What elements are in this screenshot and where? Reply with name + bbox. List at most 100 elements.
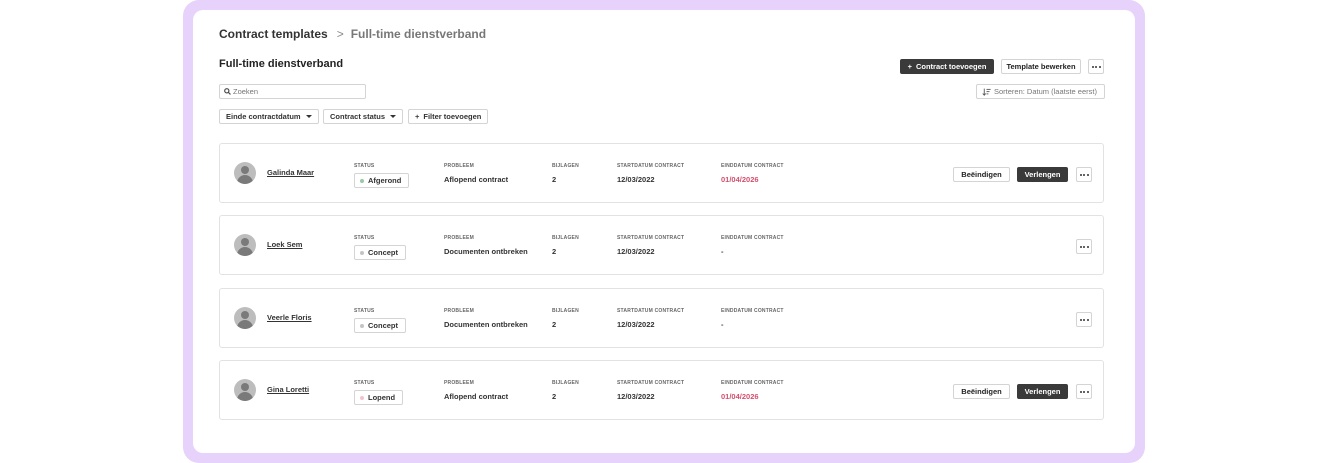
more-horizontal-icon [1079,318,1089,321]
start-date-value: 12/03/2022 [617,320,655,329]
status-text: Lopend [368,393,396,402]
start-date-value: 12/03/2022 [617,392,655,401]
caret-down-icon [305,115,312,118]
end-date-column-label: EINDDATUM CONTRACT [721,235,784,241]
more-horizontal-icon [1079,390,1089,393]
chevron-right-icon: > [336,27,344,41]
attachments-value: 2 [552,247,557,256]
status-text: Concept [368,321,398,330]
status-badge: Concept [354,318,406,333]
status-column-label: STATUS [354,308,375,314]
more-horizontal-icon [1091,65,1101,68]
end-date-value: - [721,247,724,256]
filter-end-date[interactable]: Einde contractdatum [219,109,319,124]
sort-icon [982,88,991,96]
end-date-column-label: EINDDATUM CONTRACT [721,380,784,386]
row-more-button[interactable] [1076,167,1092,182]
filter-contract-status[interactable]: Contract status [323,109,404,124]
start-date-column-label: STARTDATUM CONTRACT [617,380,685,386]
search-input[interactable] [233,87,353,96]
plus-icon: + [415,112,420,121]
status-dot [360,395,364,400]
problem-column-label: PROBLEEM [444,380,474,386]
status-text: Concept [368,248,398,257]
row-more-button[interactable] [1076,239,1092,254]
employee-name[interactable]: Veerle Floris [267,313,312,322]
terminate-button[interactable]: Beëindigen [953,384,1010,399]
attachments-value: 2 [552,392,557,401]
end-date-column-label: EINDDATUM CONTRACT [721,308,784,314]
problem-value: Aflopend contract [444,175,509,184]
more-options-button[interactable] [1088,59,1104,74]
add-contract-label: Contract toevoegen [915,62,987,71]
avatar [234,234,256,256]
page-title: Full-time dienstverband [219,58,344,70]
problem-value: Documenten ontbreken [444,320,528,329]
attachments-column-label: BIJLAGEN [552,235,579,241]
status-dot [360,178,364,183]
start-date-column-label: STARTDATUM CONTRACT [617,235,685,241]
renew-button[interactable]: Verlengen [1017,167,1068,182]
row-more-button[interactable] [1076,312,1092,327]
search-box[interactable] [219,84,366,99]
add-filter-label: Filter toevoegen [423,112,482,121]
status-dot [360,250,364,255]
end-date-value: 01/04/2026 [721,392,759,401]
employee-name[interactable]: Galinda Maar [267,168,314,177]
end-date-value: 01/04/2026 [721,175,759,184]
edit-template-button[interactable]: Template bewerken [1001,59,1081,74]
contract-row: Veerle Floris STATUS Concept PROBLEEM Do… [219,288,1104,348]
terminate-label: Beëindigen [961,387,1002,396]
attachments-column-label: BIJLAGEN [552,308,579,314]
filter-end-date-label: Einde contractdatum [226,112,301,121]
problem-column-label: PROBLEEM [444,163,474,169]
renew-button[interactable]: Verlengen [1017,384,1068,399]
attachments-value: 2 [552,320,557,329]
employee-name[interactable]: Gina Loretti [267,385,309,394]
breadcrumb-root[interactable]: Contract templates [219,27,328,41]
row-more-button[interactable] [1076,384,1092,399]
breadcrumb-current: Full-time dienstverband [350,27,487,41]
search-icon [224,88,231,95]
more-horizontal-icon [1079,245,1089,248]
status-dot [360,323,364,328]
status-badge: Concept [354,245,406,260]
contract-row: Gina Loretti STATUS Lopend PROBLEEM Aflo… [219,360,1104,420]
renew-label: Verlengen [1024,170,1061,179]
end-date-column-label: EINDDATUM CONTRACT [721,163,784,169]
status-column-label: STATUS [354,163,375,169]
problem-column-label: PROBLEEM [444,308,474,314]
sort-label: Sorteren: Datum (laatste eerst) [994,87,1097,96]
status-badge: Lopend [354,390,404,405]
problem-value: Documenten ontbreken [444,247,528,256]
start-date-column-label: STARTDATUM CONTRACT [617,163,685,169]
plus-icon: + [907,62,912,71]
filter-status-label: Contract status [330,112,386,121]
status-text: Afgerond [368,176,402,185]
terminate-label: Beëindigen [961,170,1002,179]
caret-down-icon [390,115,397,118]
avatar [234,307,256,329]
contract-row: Loek Sem STATUS Concept PROBLEEM Documen… [219,215,1104,275]
app-frame: Contract templates > Full-time dienstver… [183,0,1145,463]
employee-name[interactable]: Loek Sem [267,240,302,249]
edit-template-label: Template bewerken [1006,62,1076,71]
problem-value: Aflopend contract [444,392,509,401]
contract-row: Galinda Maar STATUS Afgerond PROBLEEM Af… [219,143,1104,203]
start-date-value: 12/03/2022 [617,247,655,256]
sort-dropdown[interactable]: Sorteren: Datum (laatste eerst) [976,84,1105,99]
more-horizontal-icon [1079,173,1089,176]
renew-label: Verlengen [1024,387,1061,396]
status-column-label: STATUS [354,380,375,386]
start-date-column-label: STARTDATUM CONTRACT [617,308,685,314]
status-badge: Afgerond [354,173,410,188]
add-filter-button[interactable]: + Filter toevoegen [408,109,489,124]
terminate-button[interactable]: Beëindigen [953,167,1010,182]
avatar [234,162,256,184]
add-contract-button[interactable]: + Contract toevoegen [900,59,994,74]
end-date-value: - [721,320,724,329]
breadcrumb: Contract templates > Full-time dienstver… [219,27,486,41]
problem-column-label: PROBLEEM [444,235,474,241]
attachments-value: 2 [552,175,557,184]
main-card: Contract templates > Full-time dienstver… [193,10,1135,453]
